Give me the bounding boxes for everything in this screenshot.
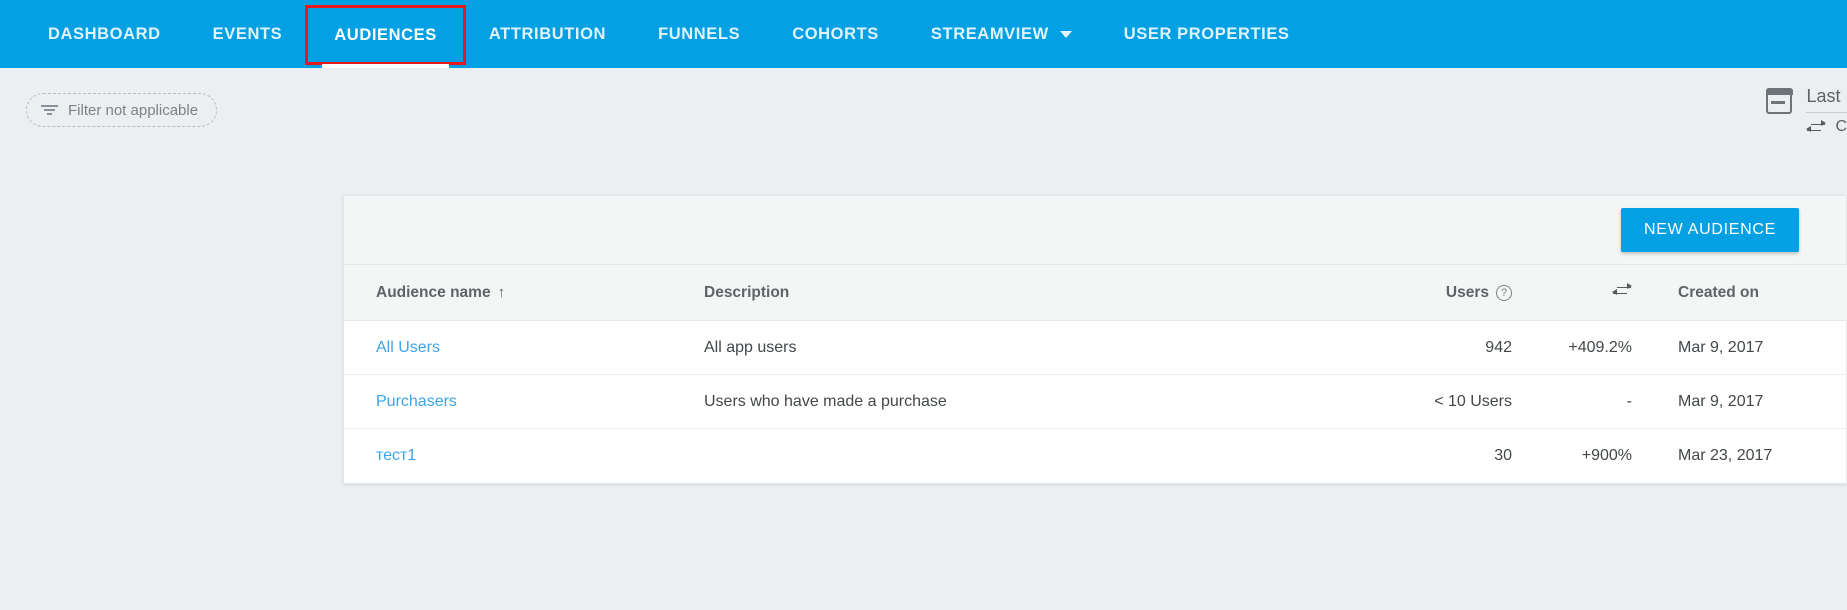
table-row[interactable]: All Users All app users 942 +409.2% Mar … [344,320,1847,375]
filter-icon [41,103,58,117]
nav-item-attribution[interactable]: ATTRIBUTION [463,0,632,68]
cell-description: Users who have made a purchase [704,374,1324,429]
nav-item-label: FUNNELS [658,24,741,43]
cell-audience-name: Purchasers [344,374,704,429]
nav-left-spacer [0,0,22,68]
sort-ascending-icon: ↑ [497,284,506,301]
column-header-label: Users [1445,283,1489,301]
nav-item-cohorts[interactable]: COHORTS [766,0,905,68]
nav-item-label: STREAMVIEW [930,24,1049,43]
cell-created-on: Mar 23, 2017 [1678,446,1773,464]
compare-arrows-icon [1806,119,1827,135]
compare-arrows-icon [1612,282,1632,298]
cell-change: +409.2% [1524,320,1654,375]
nav-item-events[interactable]: EVENTS [187,0,309,68]
nav-item-label: ATTRIBUTION [488,24,607,43]
column-header-users[interactable]: Users ? [1324,265,1524,321]
calendar-icon [1765,87,1793,114]
card-toolbar: NEW AUDIENCE [344,196,1846,264]
cell-change: +900% [1581,446,1632,464]
nav-item-streamview[interactable]: STREAMVIEW [905,0,1098,68]
top-navigation-bar: DASHBOARD EVENTS AUDIENCES ATTRIBUTION F… [0,0,1847,68]
date-range-selector[interactable]: Last C [1765,86,1847,136]
column-header-label: Audience name [376,283,491,301]
nav-item-label: DASHBOARD [48,24,161,43]
cell-users: 942 [1324,320,1524,375]
audience-name-link[interactable]: Purchasers [376,393,457,410]
column-header-label: Created on [1678,283,1759,301]
nav-item-funnels[interactable]: FUNNELS [632,0,766,68]
column-header-label: Description [704,283,790,301]
filter-bar: Filter not applicable Last C [0,68,1847,160]
table-row[interactable]: Purchasers Users who have made a purchas… [344,374,1847,429]
help-circle-icon[interactable]: ? [1496,284,1512,301]
column-header-change[interactable] [1524,265,1654,321]
cell-created-on: Mar 9, 2017 [1654,320,1847,375]
cell-users: < 10 Users [1324,374,1524,429]
cell-change: - [1524,374,1654,429]
filter-chip-label: Filter not applicable [68,101,199,119]
column-header-created-on[interactable]: Created on [1654,265,1847,321]
cell-audience-name: тест1 [344,429,704,483]
nav-item-label: COHORTS [792,24,879,43]
cell-audience-name: All Users [344,320,704,375]
new-audience-button[interactable]: NEW AUDIENCE [1621,208,1799,252]
audience-name-link[interactable]: All Users [376,339,440,356]
date-range-primary[interactable]: Last [1806,86,1847,113]
calendar-dots [1771,101,1785,104]
table-body: All Users All app users 942 +409.2% Mar … [344,320,1847,483]
date-range-compare[interactable]: C [1806,118,1847,136]
nav-item-dashboard[interactable]: DASHBOARD [22,0,187,68]
cell-description: All app users [704,320,1324,375]
nav-item-label: EVENTS [212,24,283,43]
nav-item-label: AUDIENCES [334,25,437,44]
date-range-text: Last C [1806,86,1847,136]
table-header-row: Audience name ↑ Description Users ? Crea… [344,264,1847,321]
filter-chip[interactable]: Filter not applicable [26,93,218,127]
chevron-down-icon [1059,30,1072,38]
nav-item-label: USER PROPERTIES [1123,24,1290,43]
audience-name-link[interactable]: тест1 [376,447,416,464]
column-header-description[interactable]: Description [704,265,1324,321]
audiences-table: Audience name ↑ Description Users ? Crea… [344,264,1847,483]
nav-item-user-properties[interactable]: USER PROPERTIES [1098,0,1316,68]
cell-description [704,429,1324,483]
column-header-inner: Users ? [1446,284,1512,302]
cell-users: 30 [1494,446,1512,464]
nav-item-audiences[interactable]: AUDIENCES [305,5,466,68]
column-header-inner: Audience name ↑ [376,284,505,302]
column-header-audience-name[interactable]: Audience name ↑ [344,265,704,321]
cell-created-on: Mar 9, 2017 [1654,374,1847,429]
audiences-card: NEW AUDIENCE Audience name ↑ Description… [343,195,1847,484]
date-range-compare-label: C [1835,118,1847,135]
table-header: Audience name ↑ Description Users ? Crea… [344,264,1847,321]
table-row[interactable]: тест1 30 +900% Mar 23, 2017 [344,429,1847,483]
